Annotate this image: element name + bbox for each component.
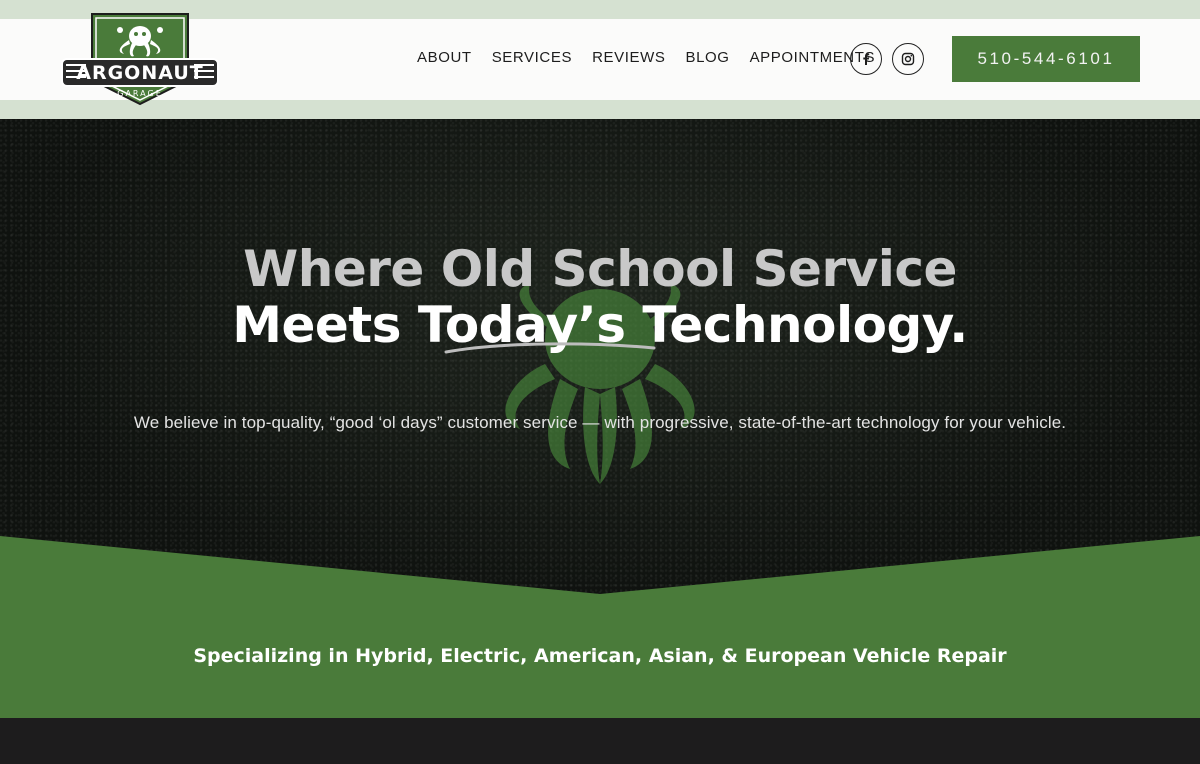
instagram-icon bbox=[901, 52, 915, 66]
nav-blog[interactable]: BLOG bbox=[685, 49, 729, 66]
facebook-icon bbox=[863, 53, 870, 65]
nav-about[interactable]: ABOUT bbox=[417, 49, 472, 66]
hero-subline: We believe in top-quality, “good ‘ol day… bbox=[133, 413, 1067, 432]
nav-services[interactable]: SERVICES bbox=[492, 49, 572, 66]
headline-underline-swoosh bbox=[444, 342, 656, 354]
argonaut-garage-logo[interactable]: ARGONAUT GARAGE bbox=[58, 12, 222, 106]
logo-subtitle: GARAGE bbox=[117, 89, 163, 98]
specialty-text: Specializing in Hybrid, Electric, Americ… bbox=[193, 645, 1007, 667]
hero-headline-line1: Where Old School Service bbox=[243, 240, 957, 298]
main-nav: ABOUT SERVICES REVIEWS BLOG APPOINTMENTS bbox=[417, 49, 875, 66]
hero-section: Where Old School Service Meets Today’s T… bbox=[0, 119, 1200, 599]
logo-wordmark: ARGONAUT bbox=[76, 62, 204, 84]
nav-reviews[interactable]: REVIEWS bbox=[592, 49, 665, 66]
specialty-band bbox=[0, 536, 1200, 718]
facebook-link[interactable] bbox=[850, 43, 882, 75]
phone-button[interactable]: 510-544-6101 bbox=[952, 36, 1140, 82]
instagram-link[interactable] bbox=[892, 43, 924, 75]
footer-band bbox=[0, 718, 1200, 764]
